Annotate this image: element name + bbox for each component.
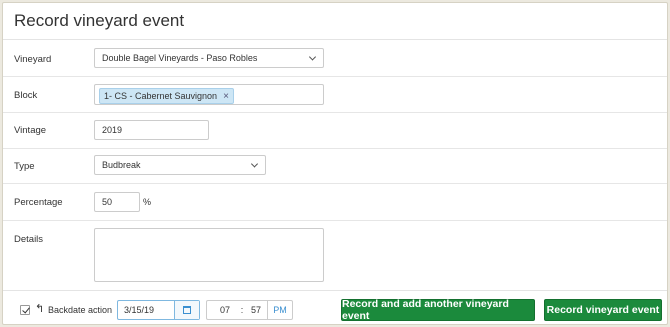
vineyard-value: Double Bagel Vineyards - Paso Robles (102, 53, 258, 63)
block-tag-label: 1- CS - Cabernet Sauvignon (104, 91, 218, 101)
type-label: Type (14, 161, 35, 172)
block-tag: 1- CS - Cabernet Sauvignon × (99, 88, 234, 104)
calendar-icon (183, 306, 191, 314)
block-multiselect[interactable]: 1- CS - Cabernet Sauvignon × (94, 84, 324, 105)
ampm-toggle[interactable]: PM (267, 301, 292, 319)
date-input[interactable]: 3/15/19 (118, 301, 174, 319)
date-picker: 3/15/19 (117, 300, 200, 320)
minute-input[interactable]: 57 (245, 301, 267, 319)
percent-unit: % (143, 197, 152, 207)
type-select[interactable]: Budbreak (94, 155, 266, 175)
backdate-checkbox[interactable] (20, 305, 30, 315)
vineyard-row: Vineyard Double Bagel Vineyards - Paso R… (3, 40, 667, 77)
backdate-label: Backdate action (48, 305, 113, 315)
details-textarea[interactable] (94, 228, 324, 282)
record-and-add-another-button[interactable]: Record and add another vineyard event (341, 298, 535, 322)
vintage-input[interactable]: 2019 (94, 120, 209, 140)
chevron-down-icon (308, 53, 317, 61)
type-row: Type Budbreak (3, 149, 667, 184)
vineyard-label: Vineyard (14, 54, 52, 65)
chevron-down-icon (250, 160, 259, 168)
type-value: Budbreak (102, 160, 141, 170)
details-row: Details (3, 221, 667, 290)
remove-tag-icon[interactable]: × (223, 91, 229, 102)
block-row: Block 1- CS - Cabernet Sauvignon × (3, 77, 667, 113)
details-label: Details (14, 234, 44, 245)
calendar-button[interactable] (174, 301, 199, 319)
percentage-row: Percentage 50 % (3, 184, 667, 221)
vintage-value: 2019 (102, 125, 123, 135)
record-event-button[interactable]: Record vineyard event (544, 299, 662, 321)
time-picker: 07 : 57 PM (206, 300, 293, 320)
dialog-header: Record vineyard event (3, 3, 667, 40)
hour-input[interactable]: 07 (211, 301, 239, 319)
vintage-label: Vintage (14, 125, 47, 136)
record-event-dialog: Record vineyard event Vineyard Double Ba… (2, 2, 668, 325)
block-label: Block (14, 90, 38, 101)
vintage-row: Vintage 2019 (3, 113, 667, 149)
percentage-value: 50 (102, 197, 113, 207)
dialog-footer: ↰ Backdate action 3/15/19 07 : 57 PM Rec… (3, 290, 667, 326)
vineyard-select[interactable]: Double Bagel Vineyards - Paso Robles (94, 48, 324, 68)
dialog-title: Record vineyard event (14, 11, 185, 30)
percentage-label: Percentage (14, 197, 63, 208)
undo-arrow-icon: ↰ (35, 303, 45, 315)
percentage-input[interactable]: 50 (94, 192, 140, 212)
